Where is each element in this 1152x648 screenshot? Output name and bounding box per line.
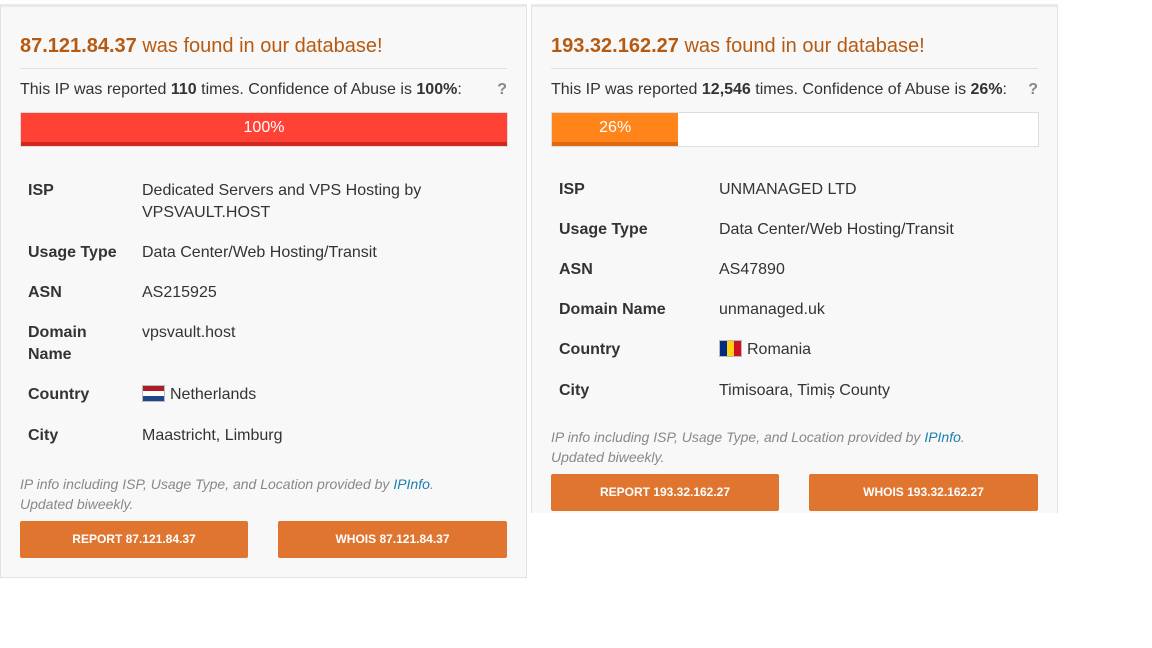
confidence-bar-fill: 100%	[21, 113, 507, 146]
report-button[interactable]: REPORT 87.121.84.37	[20, 521, 248, 558]
report-mid: times. Confidence of Abuse is	[201, 81, 412, 98]
ipinfo-link[interactable]: IPInfo	[393, 476, 430, 492]
result-title: 193.32.162.27 was found in our database!	[551, 35, 1038, 58]
divider	[20, 68, 507, 69]
asn-value: AS47890	[719, 261, 785, 278]
ip-info-table: ISP UNMANAGED LTD Usage Type Data Center…	[559, 179, 1038, 402]
city-value: Maastricht, Limburg	[142, 427, 283, 444]
domain-name-row: Domain Name unmanaged.uk	[559, 299, 1038, 321]
report-button[interactable]: REPORT 193.32.162.27	[551, 474, 779, 511]
country-row: Country Netherlands	[28, 384, 507, 406]
ip-address: 87.121.84.37	[20, 35, 137, 57]
help-icon[interactable]: ?	[1028, 81, 1038, 99]
city-row: City Timisoara, Timiș County	[559, 380, 1038, 402]
isp-value: UNMANAGED LTD	[719, 181, 857, 198]
usage-type-row: Usage Type Data Center/Web Hosting/Trans…	[559, 219, 1038, 241]
isp-row: ISP Dedicated Servers and VPS Hosting by…	[28, 180, 507, 224]
domain-name-value: unmanaged.uk	[719, 301, 825, 318]
domain-name-value: vpsvault.host	[142, 324, 236, 341]
result-title: 87.121.84.37 was found in our database!	[20, 35, 507, 58]
usage-type-label: Usage Type	[559, 221, 648, 238]
country-label: Country	[559, 341, 621, 358]
ipinfo-footnote: IP info including ISP, Usage Type, and L…	[551, 427, 1017, 467]
usage-type-row: Usage Type Data Center/Web Hosting/Trans…	[28, 242, 507, 264]
city-value: Timisoara, Timiș County	[719, 382, 890, 399]
domain-name-row: Domain Name vpsvault.host	[28, 322, 507, 366]
ip-result-card-2: 193.32.162.27 was found in our database!…	[531, 4, 1058, 513]
city-label: City	[28, 427, 59, 444]
asn-value: AS215925	[142, 284, 217, 301]
country-label: Country	[28, 386, 90, 403]
country-row: Country Romania	[559, 339, 1038, 361]
report-summary: This IP was reported 110 times. Confiden…	[20, 81, 507, 99]
confidence-bar-fill: 26%	[552, 113, 679, 146]
ip-info-table: ISP Dedicated Servers and VPS Hosting by…	[28, 180, 507, 447]
isp-label: ISP	[28, 182, 54, 199]
isp-label: ISP	[559, 181, 585, 198]
city-row: City Maastricht, Limburg	[28, 425, 507, 447]
report-summary: This IP was reported 12,546 times. Confi…	[551, 81, 1038, 99]
ip-result-card-1: 87.121.84.37 was found in our database! …	[0, 4, 527, 578]
domain-name-label: Domain Name	[559, 301, 666, 318]
usage-type-label: Usage Type	[28, 244, 117, 261]
found-text: was found in our database!	[684, 35, 925, 57]
confidence-value: 100%	[416, 81, 458, 98]
report-prefix: This IP was reported	[20, 81, 167, 98]
asn-label: ASN	[559, 261, 593, 278]
country-value-wrap: Netherlands	[142, 384, 256, 406]
whois-button[interactable]: WHOIS 87.121.84.37	[278, 521, 507, 558]
asn-row: ASN AS47890	[559, 259, 1038, 281]
found-text: was found in our database!	[142, 35, 383, 57]
domain-name-label: Domain Name	[28, 324, 87, 363]
netherlands-flag-icon	[142, 385, 165, 402]
country-value: Netherlands	[170, 386, 257, 403]
usage-type-value: Data Center/Web Hosting/Transit	[719, 221, 954, 238]
divider	[551, 68, 1038, 69]
report-count: 12,546	[701, 81, 751, 98]
report-prefix: This IP was reported	[551, 81, 698, 98]
help-icon[interactable]: ?	[497, 81, 507, 99]
confidence-value: 26%	[970, 81, 1003, 98]
report-count: 110	[170, 81, 197, 98]
ipinfo-footnote: IP info including ISP, Usage Type, and L…	[20, 474, 486, 514]
romania-flag-icon	[719, 340, 742, 357]
footnote-text: IP info including ISP, Usage Type, and L…	[551, 429, 921, 445]
report-mid: times. Confidence of Abuse is	[755, 81, 967, 98]
isp-value: Dedicated Servers and VPS Hosting by VPS…	[142, 182, 422, 221]
confidence-bar: 26%	[551, 112, 1039, 147]
ip-address: 193.32.162.27	[551, 35, 679, 57]
confidence-bar: 100%	[20, 112, 508, 147]
country-value-wrap: Romania	[719, 339, 811, 361]
asn-row: ASN AS215925	[28, 282, 507, 304]
country-value: Romania	[747, 341, 812, 358]
report-end: :	[457, 81, 462, 98]
whois-button[interactable]: WHOIS 193.32.162.27	[809, 474, 1038, 511]
isp-row: ISP UNMANAGED LTD	[559, 179, 1038, 201]
footnote-text: IP info including ISP, Usage Type, and L…	[20, 476, 390, 492]
asn-label: ASN	[28, 284, 62, 301]
report-end: :	[1002, 81, 1007, 98]
usage-type-value: Data Center/Web Hosting/Transit	[142, 244, 377, 261]
ipinfo-link[interactable]: IPInfo	[924, 429, 961, 445]
city-label: City	[559, 382, 590, 399]
